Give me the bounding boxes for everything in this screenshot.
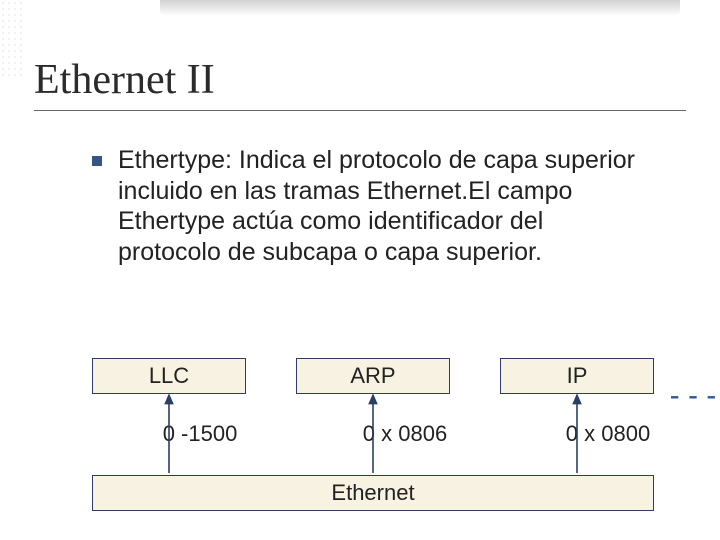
label-0-1500: 0 -1500 [145, 421, 255, 447]
slide: Ethernet II Ethertype: Indica el protoco… [0, 0, 720, 540]
box-llc: LLC [92, 358, 246, 394]
square-bullet-icon [92, 156, 102, 166]
title-underline [34, 110, 686, 111]
bullet-item: Ethertype: Indica el protocolo de capa s… [34, 145, 686, 267]
box-arp: ARP [296, 358, 450, 394]
slide-title: Ethernet II [34, 56, 686, 104]
box-ethernet: Ethernet [92, 475, 654, 511]
bullet-text: Ethertype: Indica el protocolo de capa s… [118, 145, 650, 267]
label-0x0806: 0 x 0806 [345, 421, 465, 447]
label-0x0800: 0 x 0800 [548, 421, 668, 447]
box-ip: IP [500, 358, 654, 394]
